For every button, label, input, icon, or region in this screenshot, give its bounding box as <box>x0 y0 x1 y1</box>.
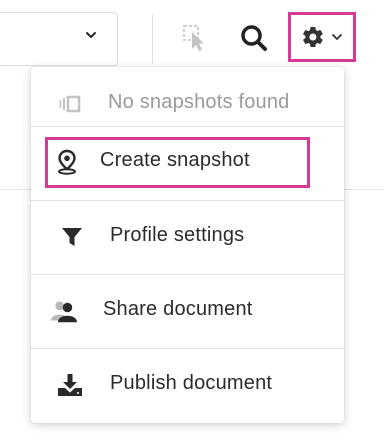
gear-icon <box>303 26 323 48</box>
menu-item-create-snapshot[interactable]: Create snapshot <box>31 126 344 198</box>
chevron-down-icon <box>332 34 342 40</box>
select-tool-button[interactable] <box>176 18 216 58</box>
search-icon <box>241 25 267 51</box>
location-pin-icon <box>54 149 80 175</box>
menu-item-share-document[interactable]: Share document <box>31 275 344 347</box>
filter-icon <box>59 224 85 250</box>
menu-item-publish-document[interactable]: Publish document <box>31 349 344 421</box>
chevron-down-icon <box>86 32 96 38</box>
menu-item-label: Profile settings <box>110 224 245 246</box>
snapshot-list-icon <box>58 91 84 117</box>
select-cursor-icon <box>183 25 204 51</box>
search-button[interactable] <box>234 18 274 58</box>
document-select[interactable] <box>0 12 118 66</box>
menu-item-label: Create snapshot <box>100 149 250 171</box>
settings-button[interactable] <box>288 12 356 62</box>
users-icon <box>51 298 77 324</box>
menu-item-label: No snapshots found <box>108 91 290 113</box>
toolbar-separator <box>152 14 153 64</box>
menu-item-label: Publish document <box>110 372 273 394</box>
download-icon <box>57 372 83 398</box>
menu-item-profile-settings[interactable]: Profile settings <box>31 201 344 273</box>
menu-item-label: Share document <box>103 298 253 320</box>
settings-dropdown-menu: No snapshots found Create snapshot Profi… <box>31 67 344 423</box>
